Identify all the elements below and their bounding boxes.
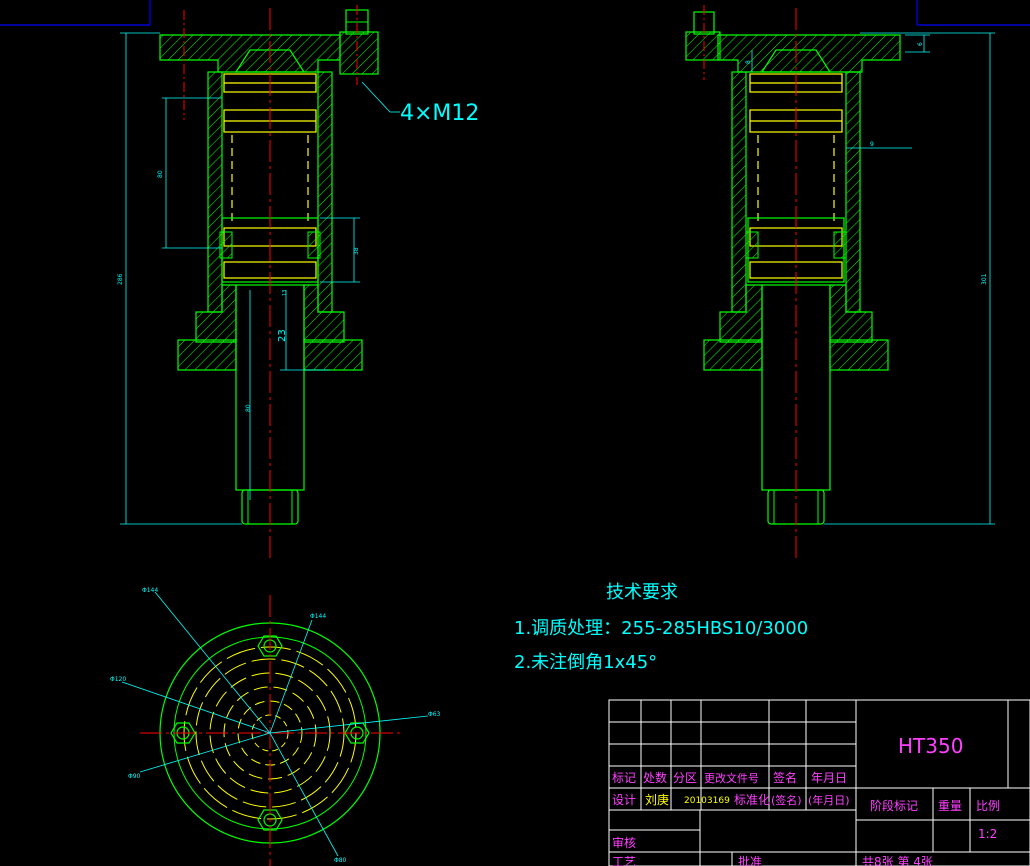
title-block: HT350 标记 处数 分区 更改文件号 签名 年月日 设计 刘庚 201031… bbox=[608, 699, 1030, 866]
tb-row-1: 处数 bbox=[643, 770, 667, 785]
left-wall-left bbox=[207, 71, 223, 313]
plan-label-c: Φ120 bbox=[110, 676, 126, 683]
dim-overall-right: 301 bbox=[981, 273, 988, 285]
tb-row-0: 标记 bbox=[612, 771, 636, 785]
right-section-view: 301 6 9 8 bbox=[685, 5, 995, 560]
tb-weight: 重量 bbox=[938, 799, 962, 813]
plan-label-b: Φ144 bbox=[310, 613, 326, 620]
tech-line-2: 2.未注倒角1x45° bbox=[514, 652, 657, 673]
dim-overall-left: 286 bbox=[117, 273, 124, 285]
tb-row-4: 签名 bbox=[773, 770, 797, 785]
tb-ratio-label: 比例 bbox=[976, 799, 1000, 813]
tech-line-1: 1.调质处理：255-285HBS10/3000 bbox=[514, 618, 808, 639]
material-label: HT350 bbox=[898, 734, 963, 758]
dim-flange-right: 8 bbox=[745, 60, 752, 64]
dim-rod: 80 bbox=[245, 404, 252, 412]
plan-label-d: Φ63 bbox=[428, 711, 441, 718]
left-wall-right bbox=[317, 71, 333, 313]
dim-inner-right: 9 bbox=[870, 141, 874, 148]
tb-sheets: 共8张 第 4张 bbox=[862, 855, 933, 866]
tb-review: 审核 bbox=[612, 835, 636, 850]
tb-ratio: 1:2 bbox=[978, 827, 997, 841]
tb-design-4: (签名) bbox=[771, 793, 802, 807]
tb-row-2: 分区 bbox=[673, 771, 697, 785]
dim-d1: 23 bbox=[277, 329, 288, 342]
plan-label-a: Φ144 bbox=[142, 587, 158, 594]
plan-label-e: Φ90 bbox=[128, 773, 141, 780]
dim-seal: 38 bbox=[353, 247, 360, 255]
plan-label-f: Φ80 bbox=[334, 857, 347, 864]
dim-d2: 13 bbox=[282, 290, 288, 296]
tb-design-3: 标准化 bbox=[734, 793, 770, 807]
tb-row-5: 年月日 bbox=[811, 771, 847, 785]
tb-design-1: 刘庚 bbox=[645, 792, 669, 807]
dim-top-right: 6 bbox=[917, 42, 924, 46]
tech-requirements: 技术要求 1.调质处理：255-285HBS10/3000 2.未注倒角1x45… bbox=[514, 582, 808, 673]
tb-design-5: (年月日) bbox=[808, 793, 850, 807]
tb-stage: 阶段标记 bbox=[870, 798, 918, 813]
left-top-flange bbox=[159, 34, 341, 73]
tech-heading: 技术要求 bbox=[606, 582, 678, 603]
drawing-canvas: 4×M12 286 80 38 23 13 80 301 6 9 8 Φ144 … bbox=[0, 0, 1030, 866]
plan-view: Φ144 Φ144 Φ120 Φ63 Φ90 Φ80 bbox=[110, 587, 441, 866]
dim-upper-left: 80 bbox=[157, 170, 164, 178]
bolt-callout: 4×M12 bbox=[400, 101, 479, 126]
tb-process: 工艺 bbox=[612, 855, 636, 866]
tb-design-2: 20103169 bbox=[684, 796, 730, 806]
drawing-frame bbox=[0, 0, 1030, 26]
tb-approve: 批准 bbox=[738, 854, 762, 866]
left-section-view: 4×M12 286 80 38 23 13 80 bbox=[117, 5, 479, 560]
tb-row-3: 更改文件号 bbox=[704, 771, 759, 785]
tb-design-0: 设计 bbox=[612, 793, 636, 807]
